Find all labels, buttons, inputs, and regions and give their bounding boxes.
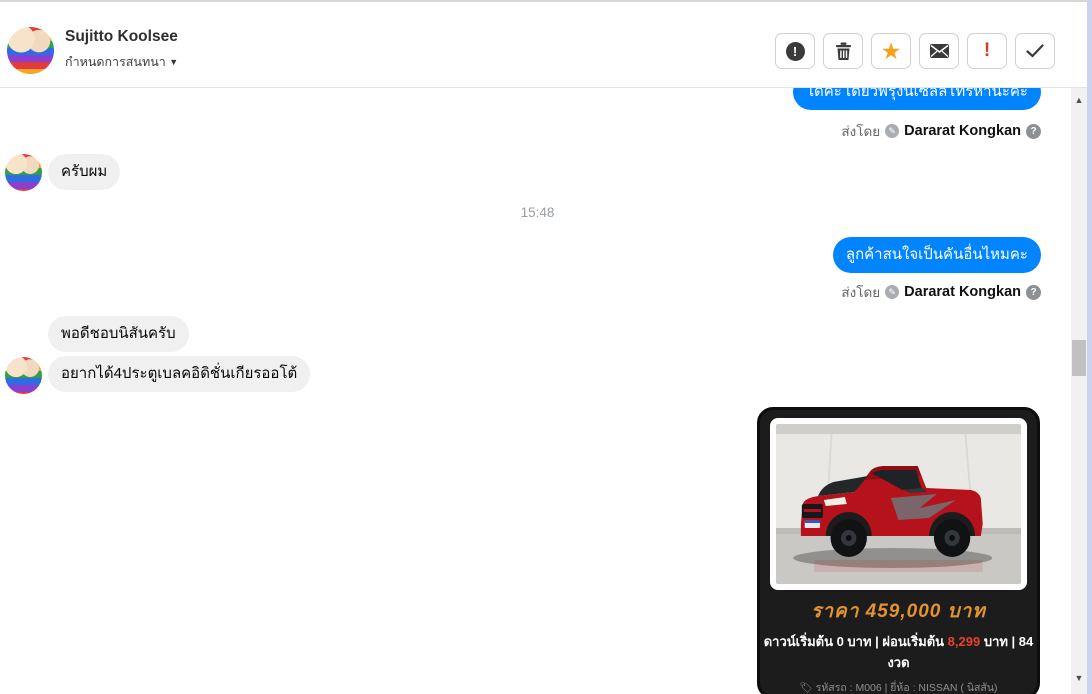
finance-line: ดาวน์เริ่มต้น 0 บาท | ผ่อนเริ่มต้น 8,299… [760, 631, 1037, 673]
envelope-icon [929, 44, 949, 58]
header-actions: ! ★ ! [775, 33, 1055, 69]
chat-window: ได้ค่ะ เดี๋ยวพรุ่งนี้เซลล์โทรหานะคะ Suji… [0, 0, 1092, 694]
chevron-down-icon: ▼ [169, 57, 179, 67]
scrollbar-thumb[interactable] [1072, 340, 1086, 376]
price-line: ราคา 459,000 บาท [811, 601, 986, 622]
help-icon[interactable]: ? [1026, 123, 1041, 139]
message-text: ครับผม [61, 163, 108, 180]
mark-important-button[interactable]: ! [967, 33, 1007, 69]
scroll-down-arrow-icon[interactable]: ▼ [1071, 670, 1087, 686]
car-photo-frame [770, 418, 1027, 590]
message-bubble-outgoing: ลูกค้าสนใจเป็นคันอื่นไหมคะ [832, 237, 1041, 274]
mark-unread-button[interactable] [919, 33, 959, 69]
sent-by-row: ส่งโดย ✎ Dararat Kongkan ? [841, 120, 1041, 142]
installment-amount: 8,299 [947, 634, 981, 649]
exclamation-circle-icon: ! [785, 41, 805, 61]
finance-prefix: ดาวน์เริ่มต้น 0 บาท | ผ่อนเริ่มต้น [763, 634, 948, 649]
message-bubble-incoming: ครับผม [48, 154, 121, 191]
tag-icon: 🏷 [799, 682, 813, 694]
check-icon [1026, 44, 1044, 58]
message-bubble-incoming: พอดีชอบนิสันครับ [48, 316, 189, 353]
car-meta-line: 🏷 รหัสรถ : M006 | ยี่ห้อ : NISSAN ( นิสส… [760, 679, 1037, 694]
message-text: อยากได้4ประตูเบลคอิดิชั่นเกียรออโต้ [61, 365, 298, 382]
sent-by-label: ส่งโดย [841, 124, 881, 139]
report-button[interactable]: ! [775, 33, 815, 69]
pencil-badge-icon: ✎ [885, 124, 900, 138]
sender-avatar[interactable] [5, 357, 42, 394]
window-edge [1087, 0, 1092, 694]
schedule-conversation-dropdown[interactable]: กำหนดการสนทนา ▼ [65, 52, 178, 72]
scroll-up-arrow-icon[interactable]: ▲ [1071, 92, 1087, 108]
trash-icon [835, 42, 851, 60]
message-text: ลูกค้าสนใจเป็นคันอื่นไหมคะ [845, 246, 1028, 263]
conversation-header: Sujitto Koolsee กำหนดการสนทนา ▼ ! ★ ! [0, 0, 1092, 88]
car-listing-attachment[interactable]: ราคา 459,000 บาท ดาวน์เริ่มต้น 0 บาท | ผ… [757, 407, 1040, 694]
sender-avatar[interactable] [5, 154, 42, 191]
message-text: พอดีชอบนิสันครับ [61, 325, 176, 342]
chat-scrollbar[interactable]: ▲ ▼ [1071, 88, 1087, 694]
car-card-text: ราคา 459,000 บาท ดาวน์เริ่มต้น 0 บาท | ผ… [760, 596, 1037, 694]
star-button[interactable]: ★ [871, 33, 911, 69]
red-exclamation-icon: ! [983, 40, 991, 61]
contact-avatar[interactable] [7, 27, 54, 74]
agent-name: Dararat Kongkan [904, 123, 1021, 139]
delete-button[interactable] [823, 33, 863, 69]
time-divider: 15:48 [520, 205, 555, 220]
sent-by-row: ส่งโดย ✎ Dararat Kongkan ? [841, 281, 1041, 303]
mark-done-button[interactable] [1015, 33, 1055, 69]
sent-by-label: ส่งโดย [841, 285, 881, 300]
help-icon[interactable]: ? [1026, 284, 1041, 300]
pencil-badge-icon: ✎ [885, 285, 900, 299]
car-photo [776, 424, 1021, 584]
car-meta-text: รหัสรถ : M006 | ยี่ห้อ : NISSAN ( นิสสัน… [815, 682, 998, 694]
schedule-conversation-label: กำหนดการสนทนา [65, 55, 166, 69]
star-icon: ★ [880, 37, 902, 64]
contact-name: Sujitto Koolsee [65, 28, 178, 45]
agent-name: Dararat Kongkan [904, 284, 1021, 300]
message-bubble-incoming: อยากได้4ประตูเบลคอิดิชั่นเกียรออโต้ [48, 356, 311, 393]
